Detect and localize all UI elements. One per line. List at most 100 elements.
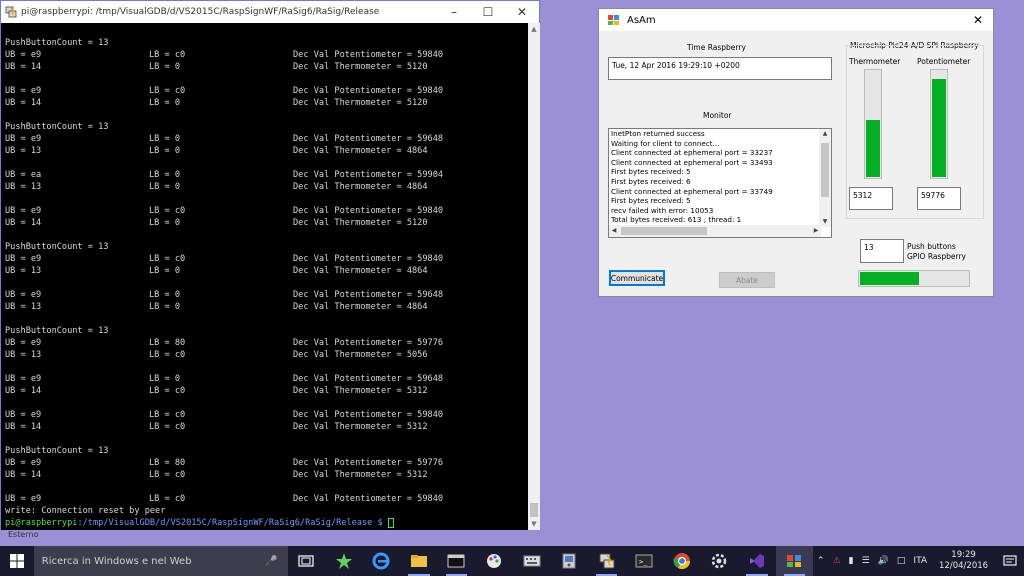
terminal-line: UB = 13 LB = 0 Dec Val Thermometer = 4864 — [5, 181, 528, 193]
terminal-line: UB = e9 LB = c0 Dec Val Potentiometer = 59… — [5, 85, 528, 97]
terminal-cell: UB = e9 — [5, 290, 42, 300]
terminal-window[interactable]: pi@raspberrypi: /tmp/VisualGDB/d/VS2015C… — [0, 0, 540, 530]
settings-icon[interactable] — [700, 546, 738, 576]
asam-task-icon[interactable] — [775, 546, 814, 576]
monitor-line: First bytes received: 6 — [611, 176, 691, 186]
scroll-up-icon[interactable]: ▲ — [528, 23, 540, 35]
terminal-cell: Dec Val Potentiometer = 59648 — [293, 134, 444, 144]
terminal-cell: UB = e9 — [5, 50, 42, 60]
terminal-line: UB = e9 LB = 80 Dec Val Potentiometer = 59… — [5, 457, 528, 469]
scroll-left-icon[interactable]: ◀ — [609, 225, 619, 237]
terminal-cell: Dec Val Thermometer = 5312 — [293, 422, 428, 432]
chat-icon[interactable]: □ — [897, 556, 906, 566]
file-explorer-icon[interactable] — [400, 546, 438, 576]
terminal-line: PushButtonCount = 13 — [5, 37, 528, 49]
terminal-cell: UB = e9 — [5, 86, 42, 96]
asam-window[interactable]: AsAm ✕ Time Raspberry Tue, 12 Apr 2016 1… — [598, 8, 994, 297]
putty-task-icon[interactable] — [588, 546, 626, 576]
taskbar: Ricerca in Windows e nel Web 🎤 >_ ⌃ ⚠ ▮ … — [0, 546, 1024, 576]
task-view-icon[interactable] — [288, 546, 326, 576]
terminal-cell: Dec Val Thermometer = 5120 — [293, 218, 428, 228]
terminal-cell: write: Connection reset by peer — [5, 506, 166, 516]
monitor-hscrollbar[interactable]: ◀ ▶ — [609, 225, 821, 237]
microphone-icon[interactable]: 🎤 — [265, 556, 277, 567]
maximize-button[interactable]: ☐ — [471, 1, 505, 23]
scroll-down-icon[interactable]: ▼ — [528, 518, 540, 530]
terminal-prompt[interactable]: pi@raspberrypi:/tmp/VisualGDB/d/VS2015C/… — [5, 517, 528, 529]
scroll-thumb[interactable] — [530, 503, 538, 517]
terminal-scrollbar[interactable]: ▲ ▼ — [528, 23, 540, 530]
asam-close-button[interactable]: ✕ — [963, 13, 993, 27]
scroll-thumb[interactable] — [821, 143, 829, 197]
prompt-path: :/tmp/VisualGDB/d/VS2015C/RaspSignWF/RaS… — [77, 518, 388, 528]
taskbar-search[interactable]: Ricerca in Windows e nel Web 🎤 — [33, 546, 288, 576]
terminal-cell: PushButtonCount = 13 — [5, 38, 109, 48]
minimize-button[interactable]: – — [437, 1, 471, 23]
terminal-cell: Dec Val Thermometer = 4864 — [293, 146, 428, 156]
terminal-line: UB = e9 LB = c0 Dec Val Potentiometer = 59… — [5, 205, 528, 217]
battery-icon[interactable]: ▮ — [849, 556, 854, 566]
device-icon[interactable] — [550, 546, 588, 576]
time-field[interactable]: Tue, 12 Apr 2016 19:29:10 +0200 — [608, 57, 832, 80]
terminal-cell: Dec Val Thermometer = 5120 — [293, 62, 428, 72]
terminal-cell: UB = e9 — [5, 494, 42, 504]
thermometer-bar — [864, 69, 882, 179]
terminal-output[interactable]: PushButtonCount = 13 UB = e9 LB = c0 Dec Va… — [1, 23, 528, 530]
clock[interactable]: 19:29 12/04/2016 — [939, 550, 988, 572]
terminal-cell: LB = c0 — [149, 410, 186, 420]
search-input[interactable]: Ricerca in Windows e nel Web — [42, 556, 192, 567]
paint-icon[interactable] — [475, 546, 513, 576]
push-count-field[interactable]: 13 — [860, 239, 904, 263]
terminal-cell: Dec Val Thermometer = 5312 — [293, 386, 428, 396]
terminal-line: UB = e9 LB = 0 Dec Val Potentiometer = 596… — [5, 133, 528, 145]
system-tray: ⌃ ⚠ ▮ ☰ 🔊 □ ITA 19:29 12/04/2016 — [813, 546, 1024, 576]
abate-button[interactable]: Abate — [719, 272, 775, 288]
terminal-cell: Dec Val Potentiometer = 59776 — [293, 458, 444, 468]
potentiometer-fill — [932, 78, 946, 177]
terminal-cell: PushButtonCount = 13 — [5, 326, 109, 336]
language-indicator[interactable]: ITA — [913, 556, 927, 566]
push-progress-fill — [860, 272, 919, 285]
app-star-icon[interactable] — [325, 546, 363, 576]
start-button[interactable] — [0, 546, 34, 576]
scroll-thumb[interactable] — [621, 227, 707, 235]
terminal-cell: PushButtonCount = 13 — [5, 242, 109, 252]
time-label: Time Raspberry — [687, 43, 746, 52]
terminal-cell: UB = 14 — [5, 218, 42, 228]
asam-titlebar[interactable]: AsAm ✕ — [599, 9, 993, 31]
terminal-cell: LB = c0 — [149, 470, 186, 480]
thermometer-value-field[interactable]: 5312 — [849, 187, 893, 210]
security-alert-icon[interactable]: ⚠ — [833, 556, 841, 566]
scroll-up-icon[interactable]: ▲ — [819, 129, 831, 139]
terminal-cell: LB = 0 — [149, 98, 181, 108]
app-icon — [608, 15, 619, 25]
volume-icon[interactable]: 🔊 — [878, 556, 889, 566]
notifications-icon[interactable] — [996, 546, 1024, 576]
terminal-line: UB = 14 LB = c0 Dec Val Thermometer = 5312 — [5, 421, 528, 433]
monitor-vscrollbar[interactable]: ▲ ▼ — [819, 129, 831, 227]
monitor-line: InetPton returned success — [611, 129, 705, 138]
edge-browser-icon[interactable] — [363, 546, 401, 576]
potentiometer-value-field[interactable]: 59776 — [917, 187, 961, 210]
terminal-app-icon[interactable]: >_ — [625, 546, 663, 576]
communicate-button[interactable]: Communicate — [609, 270, 665, 286]
visual-studio-icon[interactable] — [738, 546, 776, 576]
terminal-cell: LB = 0 — [149, 266, 181, 276]
network-icon[interactable]: ☰ — [862, 556, 870, 566]
monitor-line: Waiting for client to connect... — [611, 138, 720, 148]
terminal-cell: UB = 13 — [5, 302, 42, 312]
close-button[interactable]: ✕ — [505, 1, 539, 23]
chevron-up-icon[interactable]: ⌃ — [817, 556, 825, 566]
terminal-line: UB = 14 LB = 0 Dec Val Thermometer = 5120 — [5, 61, 528, 73]
keyboard-icon[interactable] — [513, 546, 551, 576]
chrome-icon[interactable] — [663, 546, 701, 576]
terminal-titlebar[interactable]: pi@raspberrypi: /tmp/VisualGDB/d/VS2015C… — [1, 1, 539, 23]
terminal-cell: LB = 80 — [149, 338, 186, 348]
monitor-list[interactable]: InetPton returned success Waiting for cli… — [608, 128, 832, 238]
terminal-task-icon[interactable] — [438, 546, 476, 576]
terminal-cell: Dec Val Potentiometer = 59648 — [293, 374, 444, 384]
scroll-right-icon[interactable]: ▶ — [811, 225, 821, 237]
